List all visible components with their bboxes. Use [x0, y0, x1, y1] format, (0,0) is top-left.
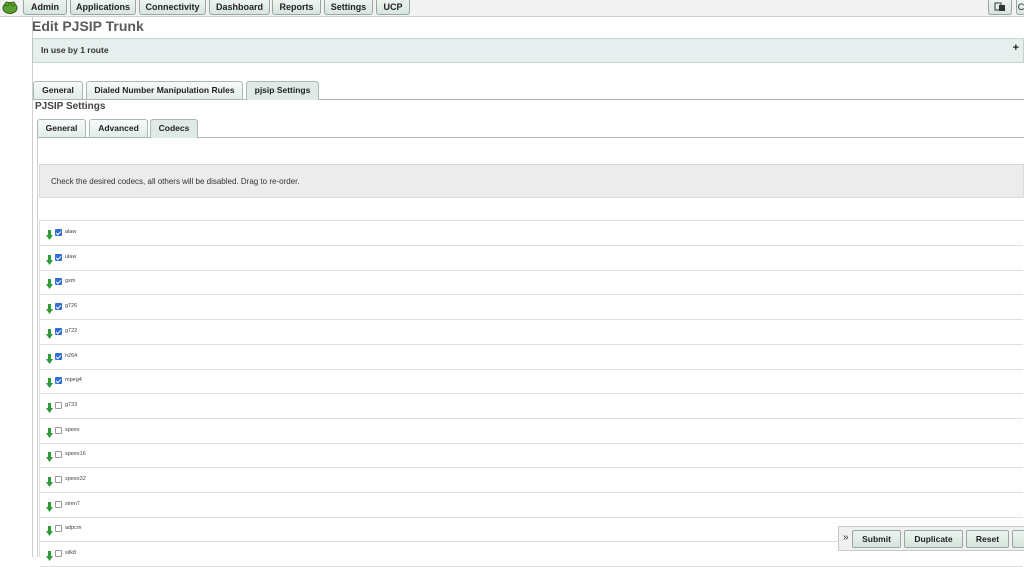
codec-checkbox-siren7[interactable]: [55, 500, 62, 508]
subtab-codecs[interactable]: Codecs: [150, 119, 198, 138]
nav-settings[interactable]: Settings: [324, 0, 373, 15]
codec-label: silk8: [65, 550, 77, 557]
nav-overflow-button[interactable]: C: [1016, 0, 1024, 15]
codec-row-gsm[interactable]: gsm: [40, 270, 1023, 296]
codec-label: mpeg4: [65, 377, 82, 384]
reset-button[interactable]: Reset: [966, 530, 1009, 548]
codec-checkbox-h264[interactable]: [55, 352, 62, 360]
section-title: PJSIP Settings: [35, 101, 106, 112]
nav-ucp[interactable]: UCP: [376, 0, 410, 15]
codec-label: adpcm: [65, 525, 82, 532]
drag-handle-icon[interactable]: [46, 254, 53, 265]
nav-applications[interactable]: Applications: [70, 0, 136, 15]
subtab-general[interactable]: General: [37, 119, 86, 137]
drag-handle-icon[interactable]: [46, 353, 53, 364]
page-title: Edit PJSIP Trunk: [32, 18, 144, 34]
tab-underline-right: [319, 99, 1024, 100]
drag-handle-icon[interactable]: [46, 526, 53, 537]
drag-handle-icon[interactable]: [46, 477, 53, 487]
codec-label: alaw: [65, 229, 77, 235]
codec-row-h264[interactable]: h264: [40, 345, 1023, 370]
tab-dialed-number-manipulation-rules[interactable]: Dialed Number Manipulation Rules: [86, 81, 243, 99]
codec-checkbox-g722[interactable]: [55, 327, 62, 335]
drag-handle-icon[interactable]: [46, 501, 53, 512]
codec-row-g722[interactable]: g722: [40, 320, 1023, 345]
codec-row-alaw[interactable]: alaw: [40, 221, 1023, 246]
drag-handle-icon[interactable]: [46, 279, 53, 290]
drag-handle-icon[interactable]: [46, 304, 53, 315]
action-bar: » Submit Duplicate Reset: [838, 526, 1024, 551]
codec-checkbox-gsm[interactable]: [55, 278, 62, 286]
codec-row-siren7[interactable]: siren7: [40, 493, 1023, 518]
in-use-panel[interactable]: In use by 1 route +: [32, 38, 1024, 63]
codec-checkbox-ulaw[interactable]: [55, 253, 62, 261]
codec-label: g726: [65, 303, 78, 310]
codec-checkbox-g723[interactable]: [55, 401, 62, 409]
tab-general[interactable]: General: [33, 81, 83, 99]
codec-list: alaw ulaw gsm g726 g722 h264 mpeg4 g723 speex spe…: [39, 220, 1024, 567]
drag-handle-icon[interactable]: [46, 230, 53, 240]
codec-row-speex16[interactable]: speex16: [40, 443, 1023, 469]
duplicate-button[interactable]: Duplicate: [904, 530, 963, 548]
codec-label: siren7: [65, 500, 80, 507]
codec-checkbox-speex32[interactable]: [55, 476, 62, 483]
delete-button[interactable]: [1012, 530, 1024, 548]
codec-checkbox-g726[interactable]: [55, 303, 62, 311]
codec-label: h264: [65, 352, 78, 359]
nav-dashboard[interactable]: Dashboard: [209, 0, 270, 15]
codec-label: ulaw: [65, 253, 77, 260]
codec-checkbox-silk8[interactable]: [55, 550, 62, 558]
drag-handle-icon[interactable]: [46, 427, 53, 438]
codec-row-speex[interactable]: speex: [40, 419, 1023, 444]
tab-underline: [33, 99, 246, 100]
drag-handle-icon[interactable]: [46, 551, 53, 562]
freepbx-logo-icon[interactable]: [2, 0, 18, 14]
in-use-label: In use by 1 route: [41, 45, 109, 55]
codec-label: gsm: [65, 278, 76, 285]
codec-row-speex32[interactable]: speex32: [40, 468, 1023, 493]
expand-icon[interactable]: +: [1013, 42, 1019, 54]
subtab-advanced[interactable]: Advanced: [89, 119, 148, 137]
codec-row-g726[interactable]: g726: [40, 295, 1023, 321]
codecs-notice: Check the desired codecs, all others wil…: [39, 164, 1024, 198]
drag-handle-icon[interactable]: [46, 328, 53, 339]
codec-checkbox-alaw[interactable]: [55, 229, 62, 236]
codec-row-g723[interactable]: g723: [40, 394, 1023, 419]
codec-label: g723: [65, 401, 78, 408]
codec-checkbox-adpcm[interactable]: [55, 525, 62, 533]
codec-checkbox-speex[interactable]: [55, 426, 62, 434]
drag-handle-icon[interactable]: [46, 378, 53, 389]
codec-label: speex: [65, 426, 80, 433]
drag-handle-icon[interactable]: [46, 452, 53, 463]
codec-label: speex32: [65, 476, 86, 482]
nav-reports[interactable]: Reports: [272, 0, 321, 15]
submit-button[interactable]: Submit: [852, 530, 901, 548]
nav-admin[interactable]: Admin: [23, 0, 67, 15]
nav-connectivity[interactable]: Connectivity: [139, 0, 206, 15]
collapse-action-bar-icon[interactable]: »: [843, 532, 849, 543]
codec-checkbox-mpeg4[interactable]: [55, 377, 62, 385]
top-navigation: Admin Applications Connectivity Dashboar…: [0, 0, 1024, 17]
language-icon[interactable]: [988, 0, 1012, 15]
codec-checkbox-speex16[interactable]: [55, 451, 62, 459]
tab-pjsip-settings[interactable]: pjsip Settings: [246, 81, 319, 100]
codec-row-ulaw[interactable]: ulaw: [40, 246, 1023, 271]
codec-row-mpeg4[interactable]: mpeg4: [40, 369, 1023, 395]
codec-label: speex16: [65, 451, 86, 458]
notice-text: Check the desired codecs, all others wil…: [51, 177, 300, 186]
drag-handle-icon[interactable]: [46, 402, 53, 413]
codec-label: g722: [65, 327, 78, 334]
